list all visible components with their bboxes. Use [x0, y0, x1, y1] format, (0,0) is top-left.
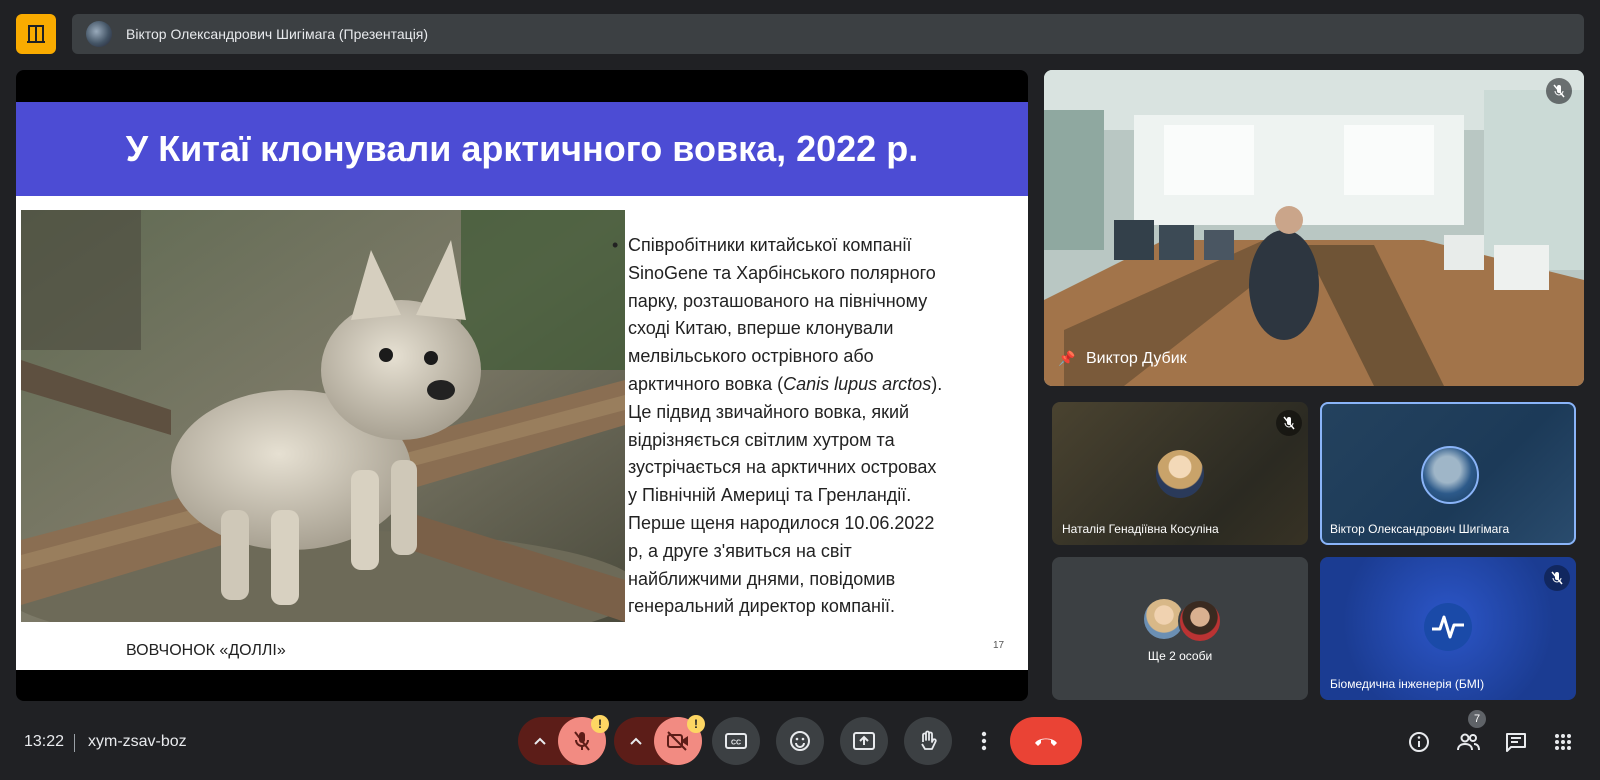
- audio-options-button[interactable]: [518, 717, 562, 765]
- meeting-info-button[interactable]: [1406, 729, 1432, 755]
- body-line: парку, розташованого на північному: [628, 290, 928, 311]
- hand-icon: [921, 730, 937, 750]
- body-line: р, а друге з'явиться на світ: [628, 540, 852, 561]
- slide: У Китаї клонували арктичного вовка, 2022…: [16, 102, 1028, 670]
- divider: [74, 734, 75, 752]
- chevron-up-icon: [534, 737, 546, 745]
- info-icon: [1409, 732, 1429, 752]
- people-icon: [1457, 733, 1480, 751]
- present-screen-icon: [853, 732, 875, 750]
- pulse-avatar-icon: [1424, 603, 1472, 651]
- mic-warning-badge: !: [591, 715, 609, 733]
- participant-name: Біомедична інженерія (БМІ): [1330, 677, 1485, 691]
- participant-name: Наталія Генадіївна Косуліна: [1062, 522, 1219, 536]
- present-screen-button[interactable]: [840, 717, 888, 765]
- bullet-icon: •: [612, 235, 619, 255]
- chat-button[interactable]: [1503, 729, 1529, 755]
- slide-header: У Китаї клонували арктичного вовка, 2022…: [16, 102, 1028, 196]
- presenter-avatar: [86, 21, 112, 47]
- video-options-button[interactable]: [614, 717, 658, 765]
- body-line: Співробітники китайської компанії: [628, 235, 912, 255]
- reactions-button[interactable]: [776, 717, 824, 765]
- presentation-stage[interactable]: У Китаї клонували арктичного вовка, 2022…: [16, 70, 1028, 701]
- participant-tile-active-speaker[interactable]: Віктор Олександрович Шигімага: [1320, 402, 1576, 545]
- body-line: генеральний директор компанії.: [628, 596, 895, 617]
- participant-tile-overflow[interactable]: Ще 2 особи: [1052, 557, 1308, 700]
- participant-tile[interactable]: Біомедична інженерія (БМІ): [1320, 557, 1576, 700]
- clock: 13:22: [24, 733, 65, 750]
- body-text: ).: [931, 373, 943, 394]
- mic-off-icon: [1546, 78, 1572, 104]
- participant-tile[interactable]: Наталія Генадіївна Косуліна: [1052, 402, 1308, 545]
- more-participants-label: Ще 2 особи: [1147, 649, 1213, 663]
- camera-off-icon: [667, 731, 688, 751]
- chevron-up-icon: [630, 737, 642, 745]
- presenter-title: Віктор Олександрович Шигімага (Презентац…: [126, 26, 429, 42]
- apps-grid-icon: [1555, 734, 1571, 750]
- captions-button[interactable]: CC: [712, 717, 760, 765]
- slide-body-text: • Співробітники китайської компанії Sino…: [612, 232, 1010, 621]
- body-line: зустрічається на арктичних островах: [628, 457, 937, 478]
- body-line: найближчими днями, повідомив: [628, 568, 896, 589]
- slide-caption: ВОВЧОНОК «ДОЛЛІ»: [126, 642, 286, 659]
- raise-hand-button[interactable]: [904, 717, 952, 765]
- svg-text:CC: CC: [731, 740, 741, 747]
- species-name: Canis lupus arctos: [783, 373, 932, 394]
- body-line: відрізняється світлим хутром та: [628, 429, 895, 450]
- body-line: Перше щеня народилося 10.06.2022: [628, 512, 935, 533]
- people-count-badge: 7: [1468, 710, 1486, 728]
- body-line: у Північній Америці та Гренландії.: [628, 485, 912, 506]
- participant-avatar: [1156, 450, 1204, 498]
- chat-icon: [1506, 733, 1526, 752]
- body-line: SinoGene та Харбінського полярного: [628, 262, 936, 283]
- mic-off-icon: [1544, 565, 1570, 591]
- closed-captions-icon: CC: [725, 733, 747, 749]
- slide-title: У Китаї клонували арктичного вовка, 2022…: [125, 128, 919, 169]
- participant-name: Виктор Дубик: [1086, 350, 1187, 367]
- body-line: арктичного вовка (Canis lupus arctos).: [628, 371, 1010, 399]
- body-line: мелвільського острівного або: [628, 346, 874, 367]
- body-line: сході Китаю, вперше клонували: [628, 318, 894, 339]
- slide-number: 17: [993, 640, 1005, 651]
- participant-avatar: [1421, 446, 1479, 504]
- mic-off-icon: [1276, 410, 1302, 436]
- wolf-pup-photo: [21, 210, 625, 622]
- body-line: Це підвид звичайного вовка, який: [628, 401, 910, 422]
- leave-call-button[interactable]: [1010, 717, 1082, 765]
- more-options-button[interactable]: [968, 717, 1000, 765]
- people-button[interactable]: [1455, 729, 1481, 755]
- emoji-icon: [790, 731, 810, 751]
- presentation-banner: Віктор Олександрович Шигімага (Презентац…: [72, 14, 1584, 54]
- hang-up-icon: [1035, 738, 1057, 746]
- more-vert-icon: [981, 731, 987, 751]
- meeting-code: xym-zsav-boz: [88, 733, 187, 750]
- activities-button[interactable]: [1550, 729, 1576, 755]
- meet-logo-icon[interactable]: [16, 14, 56, 54]
- pin-icon: 📌: [1058, 350, 1076, 366]
- participant-avatar: [1178, 599, 1222, 643]
- body-text: арктичного вовка (: [628, 373, 784, 394]
- participant-video-main[interactable]: 📌 Виктор Дубик: [1044, 70, 1584, 386]
- classroom-video: [1044, 70, 1584, 386]
- participant-name: Віктор Олександрович Шигімага: [1330, 522, 1510, 536]
- mic-off-icon: [574, 731, 590, 751]
- camera-warning-badge: !: [687, 715, 705, 733]
